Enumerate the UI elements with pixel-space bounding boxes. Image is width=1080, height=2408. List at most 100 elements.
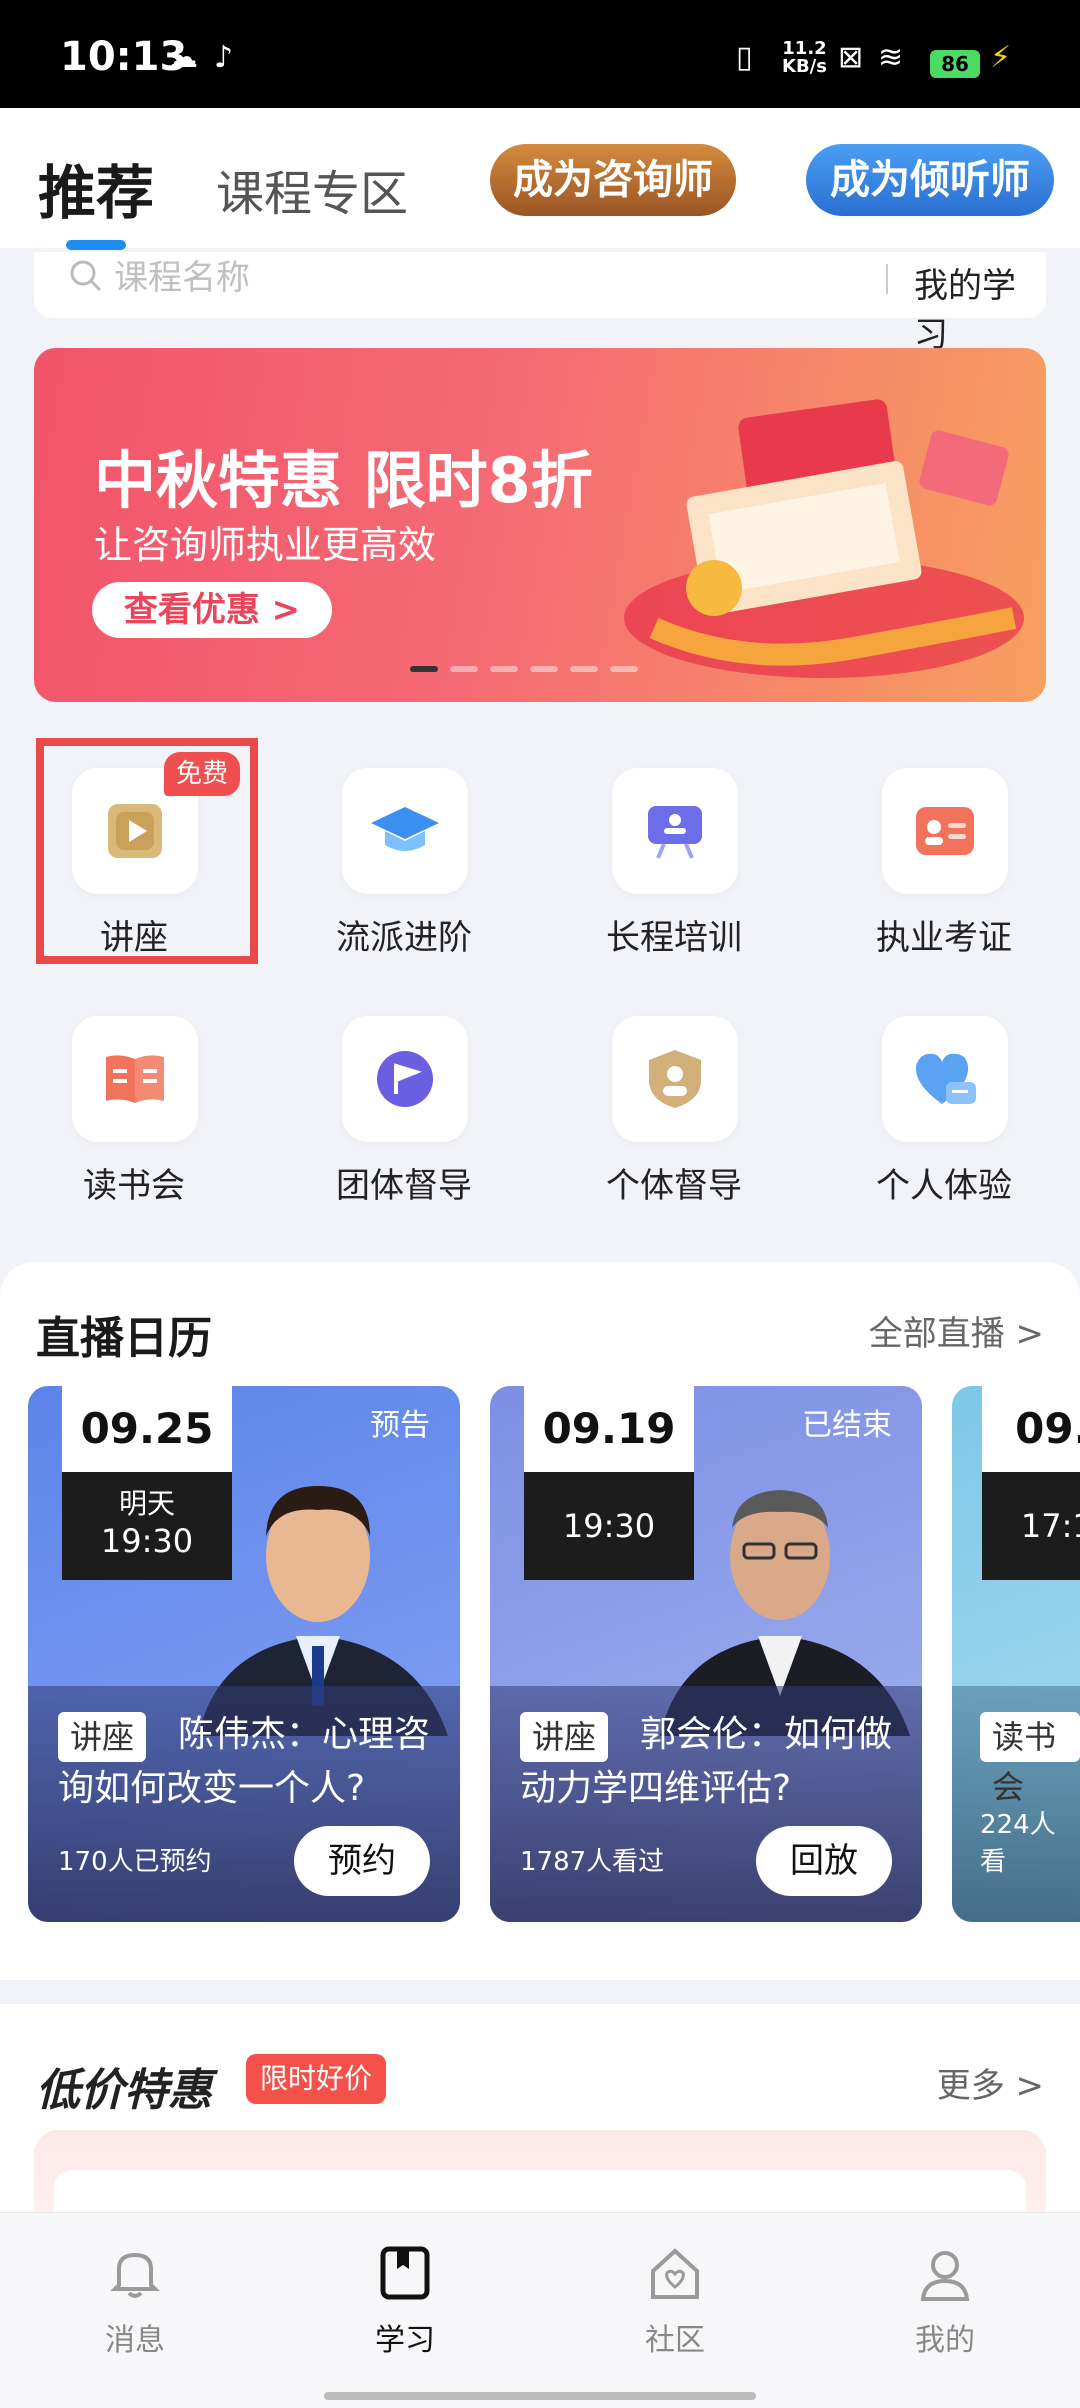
play-icon xyxy=(108,804,162,858)
grid-label: 个体督导 xyxy=(606,1166,742,1206)
tab-active-indicator xyxy=(66,240,126,250)
nav-messages[interactable]: 消息 xyxy=(55,2243,215,2359)
low-price-title: 低价特惠 xyxy=(36,2065,212,2116)
course-search-input[interactable] xyxy=(114,258,614,298)
grid-label: 讲座 xyxy=(100,918,168,958)
tiktok-icon: ♪ xyxy=(214,40,234,75)
nav-label: 社区 xyxy=(645,2323,705,2358)
grid-item-certification[interactable]: 执业考证 xyxy=(844,768,1044,968)
card-status: 预告 xyxy=(370,1408,430,1443)
heart-chat-icon xyxy=(915,1053,976,1104)
card-date: 09.1 xyxy=(982,1386,1080,1472)
live-card[interactable]: 09.25 明天 19:30 预告 陈伟杰：心理咨询如何改变一个人? 讲座 17… xyxy=(28,1386,460,1922)
grid-label: 团体督导 xyxy=(336,1166,472,1206)
home-heart-icon xyxy=(651,2248,699,2299)
pagination-dot xyxy=(570,666,598,672)
my-study-link[interactable]: 我的学习 xyxy=(914,258,1046,356)
search-icon xyxy=(70,260,102,292)
pagination-dot xyxy=(450,666,478,672)
pagination-dot xyxy=(530,666,558,672)
tab-course-zone[interactable]: 课程专区 xyxy=(216,154,408,224)
live-calendar-section: 直播日历 全部直播 > 09.25 明天 19:30 预告 陈伟杰：心理咨询如何… xyxy=(0,1262,1080,1980)
nav-community[interactable]: 社区 xyxy=(595,2243,755,2359)
grid-item-long-training[interactable]: 长程培训 xyxy=(574,768,774,968)
grid-label: 读书会 xyxy=(83,1166,185,1206)
live-card[interactable]: 09.1 17:15 读书会 224人看 xyxy=(952,1386,1080,1922)
individual-supervision-icon-tile xyxy=(612,1016,738,1142)
card-info-panel: 陈伟杰：心理咨询如何改变一个人? 讲座 170人已预约 预约 xyxy=(28,1686,460,1922)
grid-item-book-club[interactable]: 读书会 xyxy=(34,1016,234,1216)
grid-label: 长程培训 xyxy=(606,918,742,958)
grid-item-group-supervision[interactable]: 团体督导 xyxy=(304,1016,504,1216)
card-tag: 讲座 xyxy=(520,1712,609,1762)
user-icon xyxy=(920,2251,970,2301)
personal-experience-icon-tile xyxy=(882,1016,1008,1142)
card-time-box: 明天 19:30 xyxy=(62,1472,232,1580)
card-tag: 读书会 xyxy=(980,1712,1080,1806)
grid-item-individual-supervision[interactable]: 个体督导 xyxy=(574,1016,774,1216)
cloud-icon: ☁ xyxy=(168,40,198,75)
search-divider xyxy=(886,264,888,294)
school-advance-icon-tile xyxy=(342,768,468,894)
tab-recommend[interactable]: 推荐 xyxy=(38,146,154,230)
nav-profile[interactable]: 我的 xyxy=(865,2243,1025,2359)
banner-title: 中秋特惠 限时8折 xyxy=(94,444,593,517)
id-card-icon xyxy=(916,807,974,855)
vibrate-icon: ▯ xyxy=(736,40,753,75)
live-calendar-title: 直播日历 xyxy=(36,1313,212,1364)
free-badge: 免费 xyxy=(164,752,240,796)
card-time-box: 19:30 xyxy=(524,1472,694,1580)
grid-item-personal-experience[interactable]: 个人体验 xyxy=(844,1016,1044,1216)
live-card[interactable]: 09.19 19:30 已结束 郭会伦：如何做动力学四维评估? 讲座 1787人… xyxy=(490,1386,922,1922)
card-day: 明天 xyxy=(118,1487,175,1520)
wifi-icon: ≋ xyxy=(878,40,904,75)
group-supervision-icon-tile xyxy=(342,1016,468,1142)
reserve-button[interactable]: 预约 xyxy=(294,1826,430,1896)
card-info-panel: 读书会 224人看 xyxy=(952,1686,1080,1922)
nav-label: 消息 xyxy=(105,2323,165,2358)
banner-subtitle: 让咨询师执业更高效 xyxy=(94,523,437,567)
card-count: 1787人看过 xyxy=(520,1847,665,1877)
grid-item-lecture[interactable]: 免费 讲座 xyxy=(34,752,240,968)
grid-label: 流派进阶 xyxy=(336,918,472,958)
grid-label: 个人体验 xyxy=(876,1166,1012,1206)
certification-icon-tile xyxy=(882,768,1008,894)
pagination-dot xyxy=(490,666,518,672)
more-link[interactable]: 更多 > xyxy=(937,2058,1044,2107)
card-count: 224人看 xyxy=(980,1810,1056,1877)
nav-study[interactable]: 学习 xyxy=(325,2243,485,2359)
grid-label: 执业考证 xyxy=(876,918,1012,958)
become-consultant-button[interactable]: 成为咨询师 xyxy=(490,144,736,216)
card-time: 19:30 xyxy=(562,1507,656,1545)
grid-item-school-advance[interactable]: 流派进阶 xyxy=(304,768,504,968)
card-date: 09.19 xyxy=(524,1386,694,1472)
status-bar: 10:13 ☁ ♪ ▯ 11.2 KB/s ⊠ ≋ 86 ⚡ xyxy=(0,0,1080,108)
card-time: 17:15 xyxy=(1020,1507,1080,1545)
top-header: 推荐 课程专区 成为咨询师 成为倾听师 xyxy=(0,108,1080,250)
bookmark-book-icon xyxy=(380,2246,430,2300)
book-club-icon-tile xyxy=(72,1016,198,1142)
become-listener-button[interactable]: 成为倾听师 xyxy=(806,144,1054,216)
presentation-icon xyxy=(648,806,702,859)
flag-icon xyxy=(377,1051,433,1107)
all-live-link[interactable]: 全部直播 > xyxy=(869,1306,1044,1355)
card-status: 已结束 xyxy=(802,1408,892,1443)
charging-icon: ⚡ xyxy=(990,40,1012,75)
search-bar: 我的学习 xyxy=(34,252,1046,355)
card-time-box: 17:15 xyxy=(982,1472,1080,1580)
promo-banner[interactable]: 中秋特惠 限时8折 让咨询师执业更高效 查看优惠 > xyxy=(34,348,1046,702)
card-time: 19:30 xyxy=(100,1522,194,1560)
card-info-panel: 郭会伦：如何做动力学四维评估? 讲座 1787人看过 回放 xyxy=(490,1686,922,1922)
sim-off-icon: ⊠ xyxy=(838,40,864,75)
home-indicator[interactable] xyxy=(324,2392,756,2400)
gift-box-illustration xyxy=(624,399,1024,678)
replay-button[interactable]: 回放 xyxy=(756,1826,892,1896)
battery-indicator: 86 xyxy=(930,50,980,78)
bottom-navigation: 消息 学习 社区 我的 xyxy=(0,2212,1080,2408)
view-offer-button[interactable]: 查看优惠 > xyxy=(92,582,332,638)
card-count: 170人已预约 xyxy=(58,1847,212,1877)
nav-label: 学习 xyxy=(375,2323,435,2358)
card-tag: 讲座 xyxy=(58,1712,147,1762)
graduation-cap-icon xyxy=(371,807,439,851)
pagination-dot xyxy=(610,666,638,672)
